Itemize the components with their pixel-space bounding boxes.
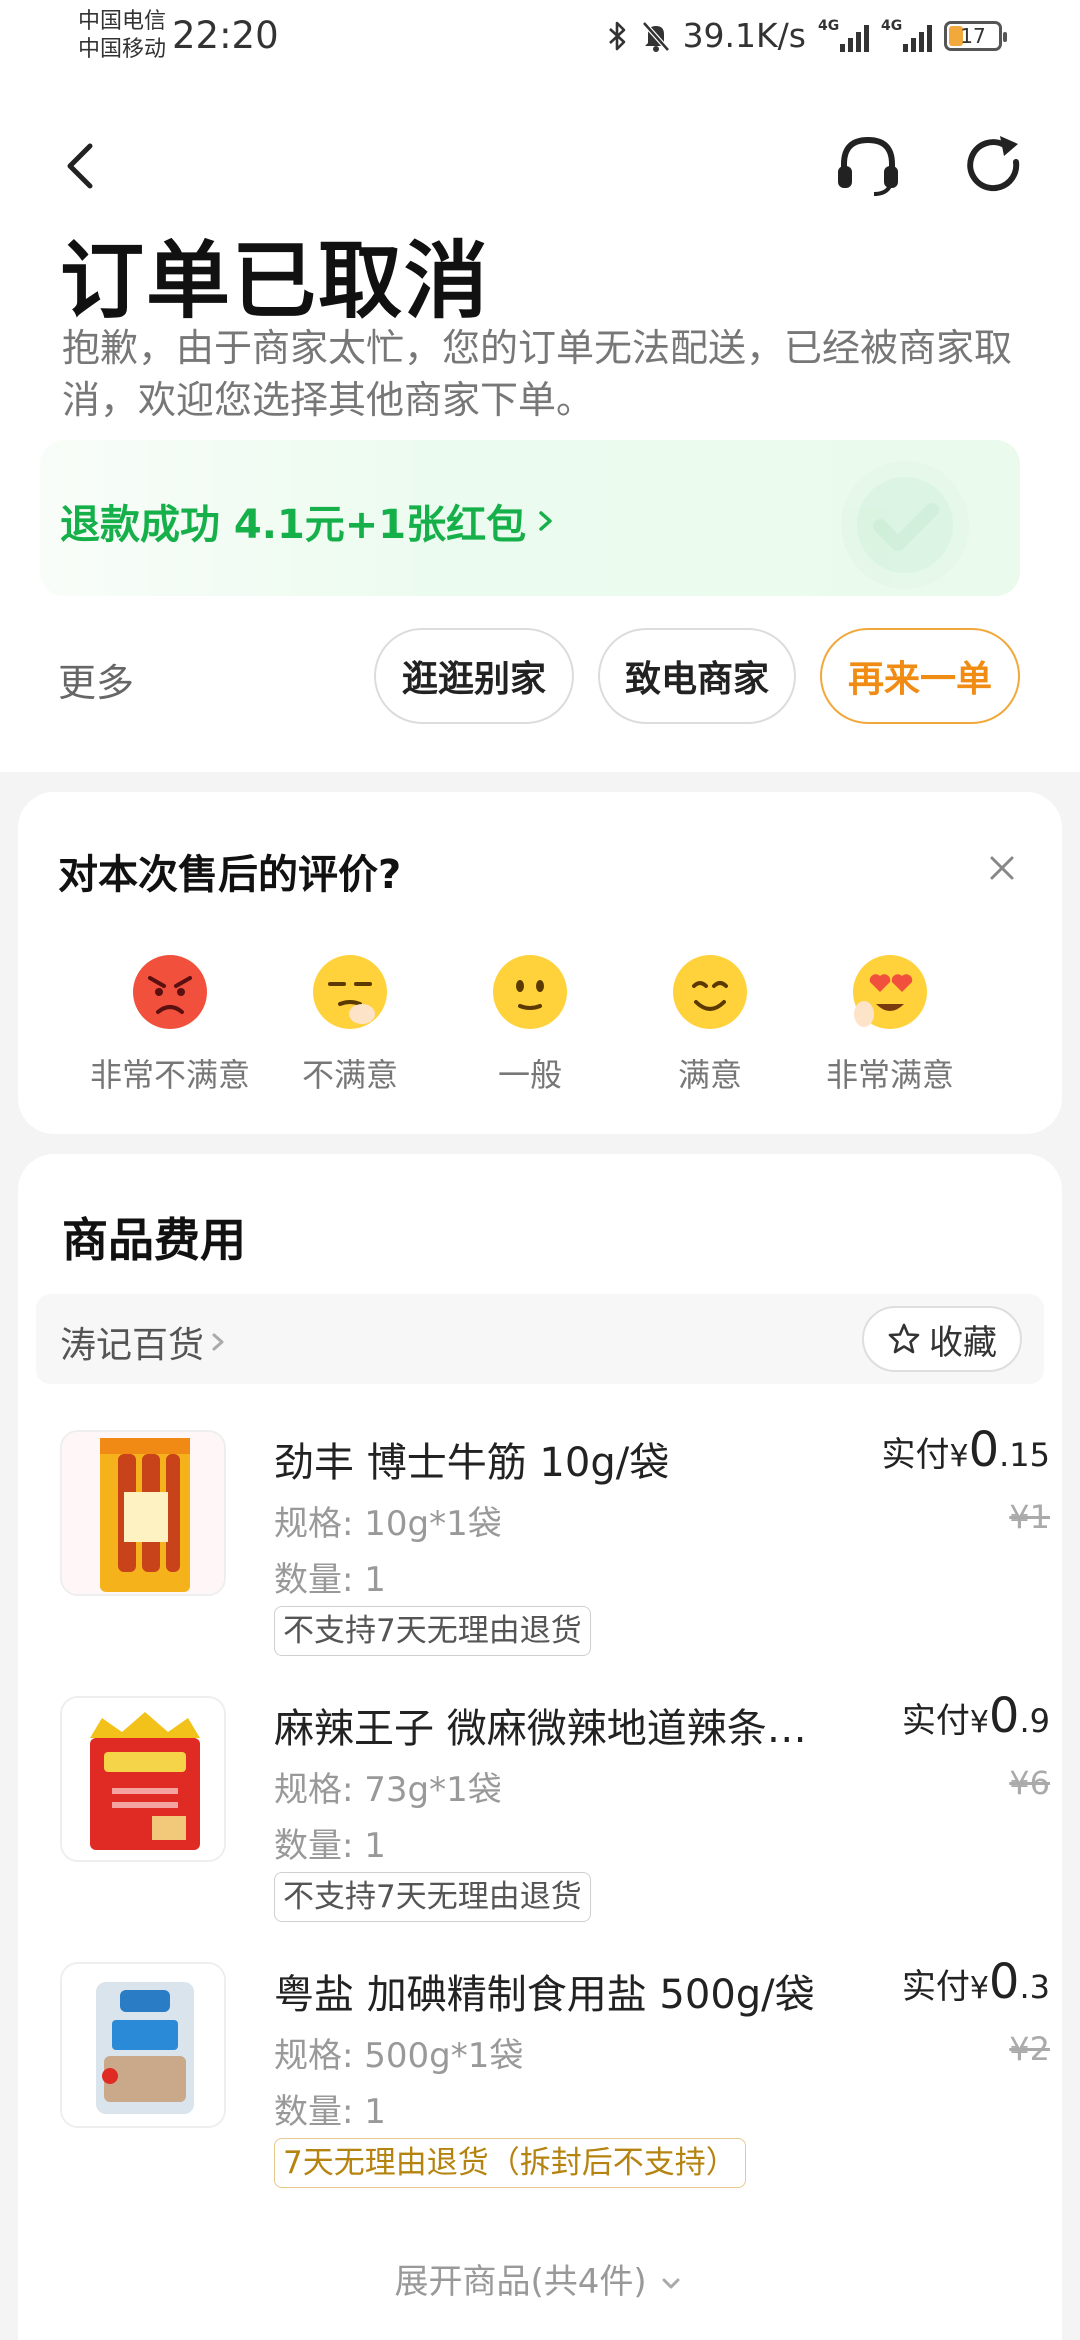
rating-neutral[interactable]: 一般	[440, 952, 620, 1096]
product-quantity: 数量: 1	[274, 2092, 386, 2132]
mute-bell-icon	[641, 20, 671, 52]
return-policy-tag: 不支持7天无理由退货	[274, 1872, 591, 1922]
chevron-down-icon	[662, 2278, 680, 2288]
product-image	[60, 1430, 226, 1596]
paid-decimal: .9	[1019, 1702, 1050, 1740]
paid-price: 实付¥0.3	[902, 1954, 1050, 2010]
headset-icon	[838, 136, 898, 196]
expand-products-button[interactable]: 展开商品(共4件)	[18, 2254, 1062, 2303]
favorite-button[interactable]: 收藏	[862, 1306, 1022, 1372]
paid-integer: 0	[988, 1954, 1020, 2010]
product-item[interactable]: 劲丰 博士牛筋 10g/袋 规格: 10g*1袋 数量: 1 不支持7天无理由退…	[60, 1422, 1050, 1670]
paid-integer: 0	[968, 1422, 1000, 1478]
paid-decimal: .3	[1019, 1968, 1050, 2006]
rating-satisfied[interactable]: 满意	[620, 952, 800, 1096]
call-merchant-button[interactable]: 致电商家	[598, 628, 796, 724]
shop-name: 涛记百货	[60, 1325, 205, 1366]
paid-price: 实付¥0.9	[902, 1688, 1050, 1744]
currency-symbol: ¥	[969, 1971, 989, 2006]
rating-label: 非常不满意	[89, 1056, 250, 1094]
refund-text: 退款成功 4.1元+1张红包	[60, 502, 527, 548]
smiling-face-icon	[673, 955, 747, 1029]
product-item[interactable]: 麻辣王子 微麻微辣地道辣条… 规格: 73g*1袋 数量: 1 不支持7天无理由…	[60, 1688, 1050, 1936]
rating-label: 满意	[677, 1056, 742, 1094]
original-price: ¥2	[1009, 2030, 1050, 2068]
carrier-labels: 中国电信 中国移动	[78, 8, 166, 64]
product-name: 粤盐 加碘精制食用盐 500g/袋	[274, 1972, 815, 2018]
check-circle-icon	[841, 461, 969, 589]
product-quantity: 数量: 1	[274, 1826, 386, 1866]
unamused-face-icon	[313, 955, 387, 1029]
product-cost-card: 商品费用 涛记百货 收藏 劲丰 博士牛筋 10g/袋 规格: 10g*1袋 数量…	[18, 1154, 1062, 2340]
product-spec: 规格: 10g*1袋	[274, 1504, 502, 1544]
refresh-icon	[967, 136, 1020, 192]
product-spec: 规格: 73g*1袋	[274, 1770, 502, 1810]
star-icon	[888, 1323, 920, 1354]
battery-level: 17	[960, 23, 986, 48]
back-icon	[67, 143, 93, 189]
product-quantity: 数量: 1	[274, 1560, 386, 1600]
status-time: 22:20	[172, 14, 279, 57]
rating-card: 对本次售后的评价? 非常不满意 不满意 一般 满意 非常满意	[18, 792, 1062, 1134]
carrier-2: 中国移动	[78, 37, 167, 62]
signal-icon: 4G	[818, 18, 869, 52]
rating-label: 非常满意	[825, 1056, 954, 1094]
carrier-1: 中国电信	[78, 9, 167, 34]
cancel-reason: 抱歉，由于商家太忙，您的订单无法配送，已经被商家取消，欢迎您选择其他商家下单。	[62, 326, 1013, 422]
product-item[interactable]: 粤盐 加碘精制食用盐 500g/袋 规格: 500g*1袋 数量: 1 7天无理…	[60, 1954, 1050, 2202]
expand-label: 展开商品(共4件)	[394, 2262, 647, 2302]
rating-label: 不满意	[301, 1056, 398, 1094]
refresh-button[interactable]	[960, 132, 1028, 200]
shop-bar: 涛记百货 收藏	[36, 1294, 1044, 1384]
refund-status: 退款成功 4.1元+1张红包	[60, 492, 556, 550]
favorite-label: 收藏	[929, 1322, 997, 1363]
rating-title: 对本次售后的评价?	[58, 852, 402, 898]
neutral-face-icon	[493, 955, 567, 1029]
net-speed: 39.1K/s	[682, 16, 806, 55]
paid-prefix: 实付	[901, 1701, 970, 1741]
browse-other-shops-button[interactable]: 逛逛别家	[374, 628, 574, 724]
refund-banner[interactable]: 退款成功 4.1元+1张红包	[40, 440, 1020, 596]
status-bar: 中国电信 中国移动 22:20 39.1K/s 4G 4G 17	[0, 0, 1080, 70]
chevron-right-icon	[212, 1333, 224, 1351]
currency-symbol: ¥	[949, 1439, 969, 1474]
chevron-right-icon	[539, 511, 552, 531]
rating-dissatisfied[interactable]: 不满意	[260, 952, 440, 1096]
original-price: ¥1	[1009, 1498, 1050, 1536]
bluetooth-icon	[607, 20, 629, 52]
paid-decimal: .15	[999, 1436, 1050, 1474]
shop-link[interactable]: 涛记百货	[60, 1316, 226, 1368]
product-image	[60, 1962, 226, 2128]
more-button[interactable]: 更多	[58, 652, 134, 707]
paid-integer: 0	[988, 1688, 1020, 1744]
angry-face-icon	[133, 955, 207, 1029]
rating-very-satisfied[interactable]: 非常满意	[800, 952, 980, 1096]
paid-prefix: 实付	[901, 1967, 970, 2007]
battery-icon: 17	[944, 20, 1007, 51]
original-price: ¥6	[1009, 1764, 1050, 1802]
paid-prefix: 实付	[881, 1435, 950, 1475]
product-name: 麻辣王子 微麻微辣地道辣条…	[274, 1706, 807, 1752]
return-policy-tag: 不支持7天无理由退货	[274, 1606, 591, 1656]
section-title: 商品费用	[62, 1213, 246, 1267]
return-policy-tag: 7天无理由退货（拆封后不支持）	[274, 2138, 746, 2188]
product-spec: 规格: 500g*1袋	[274, 2036, 524, 2076]
currency-symbol: ¥	[969, 1705, 989, 1740]
close-button[interactable]	[982, 848, 1022, 888]
reorder-button[interactable]: 再来一单	[820, 628, 1020, 724]
back-button[interactable]	[58, 138, 108, 194]
rating-label: 一般	[497, 1056, 562, 1094]
close-icon	[990, 856, 1014, 880]
status-icons: 39.1K/s 4G 4G 17	[607, 16, 1007, 55]
page-title: 订单已取消	[60, 232, 491, 330]
signal-icon-2: 4G	[881, 18, 932, 52]
rating-very-dissatisfied[interactable]: 非常不满意	[80, 952, 260, 1096]
paid-price: 实付¥0.15	[881, 1422, 1050, 1478]
product-image	[60, 1696, 226, 1862]
heart-eyes-face-icon	[853, 955, 927, 1029]
product-name: 劲丰 博士牛筋 10g/袋	[274, 1440, 670, 1486]
customer-service-button[interactable]	[834, 132, 902, 200]
